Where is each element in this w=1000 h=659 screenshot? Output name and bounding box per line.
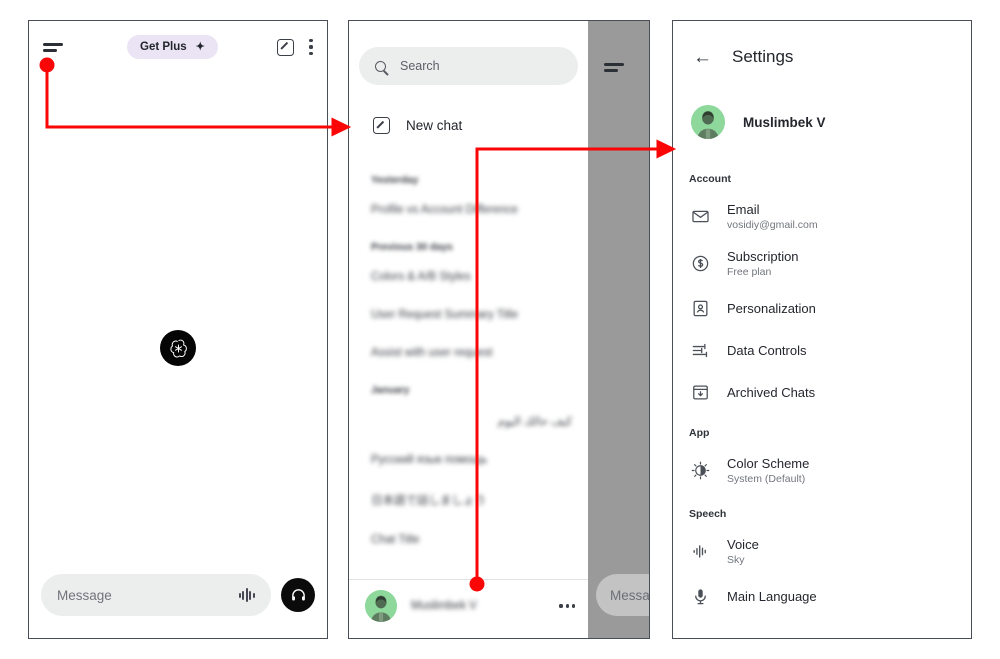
message-placeholder: Message <box>610 587 650 603</box>
drawer-profile-name: Muslimbek V <box>411 600 477 612</box>
settings-item-value: Sky <box>727 554 745 566</box>
topbar-actions <box>277 38 313 56</box>
chat-composer: Message <box>41 574 315 616</box>
drawer-profile-row[interactable]: Muslimbek V <box>365 588 575 624</box>
contrast-icon <box>691 461 710 480</box>
history-group-label: Previous 30 days <box>371 242 453 253</box>
settings-item-label: Color Scheme <box>727 456 810 471</box>
hamburger-icon[interactable] <box>43 39 65 55</box>
history-group-label: Yesterday <box>371 175 419 186</box>
list-item[interactable]: كيف حالك اليوم <box>371 414 578 428</box>
drawer-scrim[interactable]: Message <box>588 21 649 638</box>
settings-item-label: Data Controls <box>727 342 807 358</box>
settings-item-label: Archived Chats <box>727 384 816 400</box>
message-input[interactable]: Message <box>41 574 271 616</box>
waveform-icon <box>691 542 710 561</box>
phone-panel-drawer: Search New chat Yesterday Profile vs Acc… <box>348 20 650 639</box>
chat-topbar: Get Plus ✦ <box>29 21 327 73</box>
headphones-icon[interactable] <box>281 578 315 612</box>
compose-icon <box>373 117 390 134</box>
list-item[interactable]: Chat Title <box>371 534 578 546</box>
waveform-icon[interactable] <box>238 587 255 603</box>
microphone-icon <box>691 587 710 606</box>
page-title: Settings <box>732 47 794 66</box>
avatar <box>691 105 725 139</box>
settings-item-archived-chats[interactable]: Archived Chats <box>673 371 971 413</box>
list-item[interactable]: Assist with user request <box>371 347 578 359</box>
back-arrow-icon[interactable]: ← <box>693 48 712 67</box>
list-item[interactable]: User Request Summary Title <box>371 309 578 321</box>
settings-item-voice[interactable]: Voice Sky <box>673 528 971 575</box>
settings-item-subscription[interactable]: Subscription Free plan <box>673 240 971 287</box>
settings-item-personalization[interactable]: Personalization <box>673 287 971 329</box>
avatar <box>365 590 397 622</box>
settings-group-label: Account <box>689 173 731 185</box>
settings-item-data-controls[interactable]: Data Controls <box>673 329 971 371</box>
list-item[interactable]: Русский язык помощь <box>371 454 578 466</box>
search-placeholder: Search <box>400 59 440 73</box>
list-item[interactable]: Profile vs Account Difference <box>371 204 578 216</box>
kebab-menu-icon[interactable] <box>309 39 313 55</box>
new-chat-label: New chat <box>406 118 463 133</box>
openai-logo <box>160 330 196 366</box>
mail-icon <box>691 207 710 226</box>
phone-panel-settings: ← Settings Muslimbek V Account Email vos… <box>672 20 972 639</box>
message-placeholder: Message <box>57 587 112 603</box>
settings-item-label: Voice <box>727 537 759 552</box>
new-chat-button[interactable]: New chat <box>373 117 462 134</box>
settings-header: ← Settings <box>693 47 793 67</box>
settings-item-value: System (Default) <box>727 473 806 485</box>
history-group-label: January <box>371 385 410 396</box>
settings-item-label: Subscription <box>727 249 799 264</box>
settings-group-label: Speech <box>689 508 727 520</box>
settings-group-label: App <box>689 427 710 439</box>
message-input: Message <box>596 574 650 616</box>
search-icon <box>375 60 386 72</box>
settings-item-main-language[interactable]: Main Language <box>673 575 971 617</box>
get-plus-button[interactable]: Get Plus ✦ <box>127 35 218 59</box>
divider <box>349 579 588 580</box>
settings-item-email[interactable]: Email vosidiy@gmail.com <box>673 193 971 240</box>
archive-icon <box>691 383 710 402</box>
sliders-icon <box>691 341 710 360</box>
settings-item-value: vosidiy@gmail.com <box>727 219 818 231</box>
list-item[interactable]: 日本語で話しましょう <box>371 492 578 508</box>
settings-list: Account Email vosidiy@gmail.com Subscrip… <box>673 159 971 617</box>
navigation-drawer: Search New chat Yesterday Profile vs Acc… <box>349 21 588 638</box>
person-card-icon <box>691 299 710 318</box>
settings-profile-name: Muslimbek V <box>743 114 826 130</box>
settings-profile-row[interactable]: Muslimbek V <box>691 105 826 139</box>
chat-history-list: Yesterday Profile vs Account Difference … <box>371 161 578 572</box>
settings-item-label: Email <box>727 202 760 217</box>
search-input[interactable]: Search <box>359 47 578 85</box>
list-item[interactable]: Colors & A/B Styles <box>371 271 578 283</box>
settings-item-value: Free plan <box>727 266 772 278</box>
settings-item-label: Main Language <box>727 588 817 604</box>
settings-item-color-scheme[interactable]: Color Scheme System (Default) <box>673 447 971 494</box>
screenshot-stage: Get Plus ✦ Message Search New chat Yeste… <box>0 0 1000 659</box>
get-plus-label: Get Plus <box>140 41 187 53</box>
kebab-menu-icon[interactable] <box>559 604 575 608</box>
sparkle-icon: ✦ <box>195 40 205 53</box>
dollar-circle-icon <box>691 254 710 273</box>
settings-item-label: Personalization <box>727 300 816 316</box>
hamburger-icon[interactable] <box>604 59 626 75</box>
phone-panel-chat: Get Plus ✦ Message <box>28 20 328 639</box>
compose-icon[interactable] <box>277 38 294 56</box>
